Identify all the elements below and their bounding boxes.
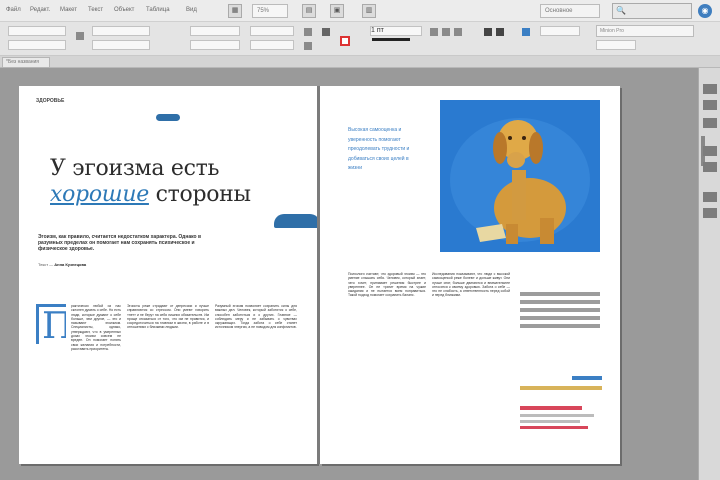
layers-panel-icon[interactable] <box>703 100 717 110</box>
byline-author: Анна Кузнецова <box>54 262 87 267</box>
sidebar-bar-5 <box>520 324 600 328</box>
effects-icon[interactable] <box>522 28 530 36</box>
menu-layout[interactable]: Макет <box>60 7 77 13</box>
stroke-panel-icon[interactable] <box>703 146 717 156</box>
shear-field[interactable] <box>250 40 294 50</box>
stroke-swatch-icon[interactable] <box>340 36 350 46</box>
font-field[interactable]: Minion Pro <box>596 25 694 37</box>
right-body-column-2: Исследования показывают, что люди с высо… <box>432 272 510 298</box>
menu-view[interactable]: Вид <box>186 7 197 13</box>
headline-accent-word: хорошие <box>50 182 149 207</box>
page-right[interactable]: Высокая самооценка и уверенность помогаю… <box>320 86 620 464</box>
width-field[interactable] <box>92 26 150 36</box>
opacity-field[interactable] <box>540 26 580 36</box>
rotate-field[interactable] <box>250 26 294 36</box>
align-center-icon[interactable] <box>442 28 450 36</box>
help-search-button[interactable]: ◉ <box>698 4 712 18</box>
view-icon[interactable]: ▣ <box>330 4 344 18</box>
sidebar-bar-1 <box>520 292 600 296</box>
zoom-level-field[interactable]: 75% <box>252 4 288 18</box>
body-column-3: Разумный эгоизм позволяет сохранить силы… <box>215 304 297 330</box>
section-runner: ЗДОРОВЬЕ <box>36 98 65 104</box>
drop-cap: П <box>36 304 66 344</box>
sidebar-accent-gold <box>520 386 602 390</box>
control-panel: 1 пт Minion Pro <box>0 22 720 56</box>
pasteboard[interactable]: ЗДОРОВЬЕ У эгоизма есть хорошие стороны … <box>0 68 698 480</box>
lead-paragraph: Эгоизм, как правило, считается недостатк… <box>38 234 202 252</box>
cloud-ornament <box>156 114 180 121</box>
menu-bar: Файл Редакт. Макет Текст Объект Таблица … <box>0 0 720 22</box>
font-size-field[interactable] <box>596 40 636 50</box>
sidebar-accent-blue <box>572 376 602 380</box>
page-left[interactable]: ЗДОРОВЬЕ У эгоизма есть хорошие стороны … <box>19 86 320 464</box>
menu-type[interactable]: Текст <box>88 7 103 13</box>
search-icon: 🔍 <box>616 6 626 15</box>
select-container-icon[interactable] <box>304 42 312 50</box>
panel-dock <box>698 68 720 480</box>
menu-edit[interactable]: Редакт. <box>30 7 50 13</box>
wrap-icon[interactable] <box>484 28 492 36</box>
menu-object[interactable]: Объект <box>114 7 134 13</box>
grid-icon[interactable]: ▤ <box>302 4 316 18</box>
headline: У эгоизма есть хорошие стороны <box>50 156 312 208</box>
document-tab-strip: *Без названия <box>0 56 720 68</box>
sidebar-note-line-3 <box>520 426 588 429</box>
character-panel-icon[interactable] <box>703 192 717 202</box>
menu-file[interactable]: Файл <box>6 7 21 13</box>
document-tab[interactable]: *Без названия <box>2 57 50 68</box>
stroke-type-preview[interactable] <box>372 38 410 41</box>
align-right-icon[interactable] <box>454 28 462 36</box>
dog-photo[interactable] <box>440 100 600 252</box>
cloud-ornament-large <box>274 214 320 228</box>
byline: Текст — Анна Кузнецова <box>38 262 86 267</box>
bridge-icon[interactable]: ▦ <box>228 4 242 18</box>
indesign-window: Файл Редакт. Макет Текст Объект Таблица … <box>0 0 720 480</box>
y-field[interactable] <box>8 40 66 50</box>
headline-line1: У эгоизма есть <box>50 156 220 181</box>
wrap-around-icon[interactable] <box>496 28 504 36</box>
pull-quote: Высокая самооценка и уверенность помогаю… <box>348 127 410 171</box>
stroke-weight-field[interactable]: 1 пт <box>370 26 422 36</box>
sidebar-accent-red <box>520 406 582 410</box>
headline-tail: стороны <box>148 182 251 207</box>
dog-illustration <box>440 100 600 252</box>
pages-panel-icon[interactable] <box>703 84 717 94</box>
paragraph-panel-icon[interactable] <box>703 208 717 218</box>
sidebar-bar-2 <box>520 300 600 304</box>
arrange-icon[interactable]: ▥ <box>362 4 376 18</box>
byline-prefix: Текст — <box>38 262 55 267</box>
fill-swatch-icon[interactable] <box>322 28 330 36</box>
menu-table[interactable]: Таблица <box>146 7 170 13</box>
scale-x-field[interactable] <box>190 26 240 36</box>
sidebar-bar-4 <box>520 316 600 320</box>
swatches-panel-icon[interactable] <box>703 162 717 172</box>
scale-y-field[interactable] <box>190 40 240 50</box>
x-field[interactable] <box>8 26 66 36</box>
align-left-icon[interactable] <box>430 28 438 36</box>
search-input[interactable]: 🔍 <box>612 3 692 19</box>
constrain-icon[interactable] <box>76 32 84 40</box>
right-body-column-1: Психологи считают, что здоровый эгоизм —… <box>348 272 426 298</box>
height-field[interactable] <box>92 40 150 50</box>
sidebar-note-line-1 <box>520 414 594 417</box>
workspace-switcher[interactable]: Основное <box>540 4 600 18</box>
sidebar-bar-3 <box>520 308 600 312</box>
body-column-2: Эгоисты реже страдают от депрессии и луч… <box>127 304 209 330</box>
flip-icon[interactable] <box>304 28 312 36</box>
sidebar-note-line-2 <box>520 420 580 423</box>
body-column-1: рактически любой из нас склонен думать о… <box>71 304 121 351</box>
links-panel-icon[interactable] <box>703 118 717 128</box>
